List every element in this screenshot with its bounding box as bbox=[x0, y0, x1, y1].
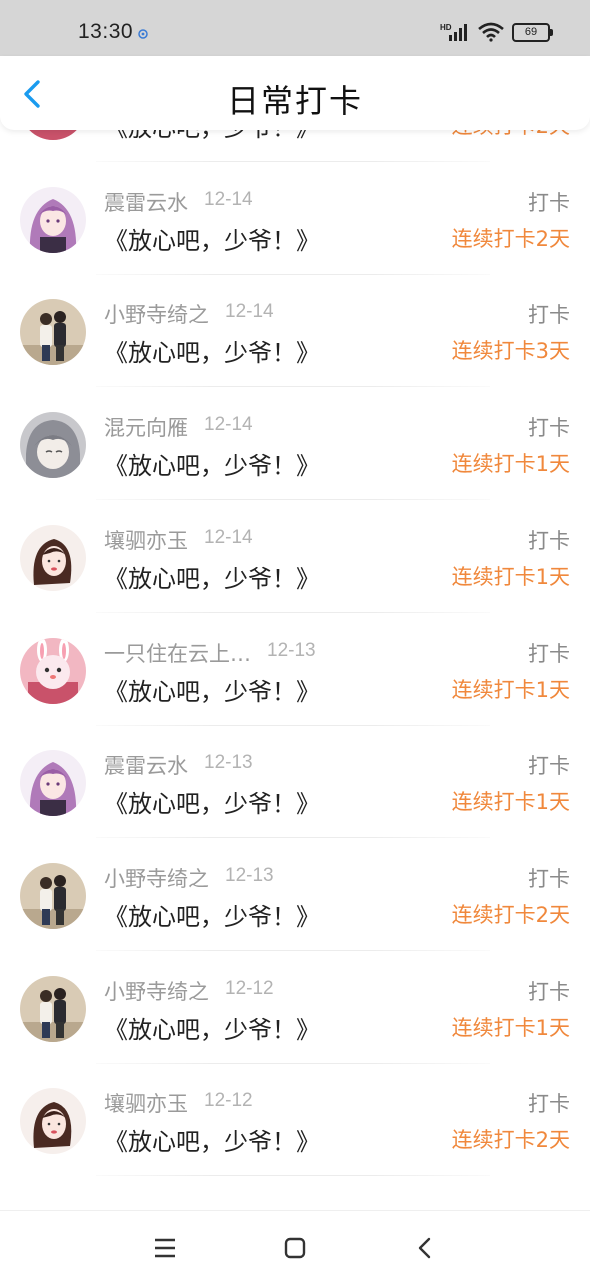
checkin-date: 12-14 bbox=[204, 414, 253, 436]
checkin-label: 打卡 bbox=[528, 754, 570, 779]
avatar[interactable] bbox=[20, 412, 86, 479]
user-nickname: 小野寺绮之 bbox=[104, 979, 209, 1004]
list-item[interactable]: 小野寺绮之 12-13 《放心吧，少爷！》 打卡连续打卡2天 bbox=[0, 839, 590, 951]
user-nickname: 小野寺绮之 bbox=[104, 303, 209, 328]
avatar[interactable] bbox=[20, 637, 86, 704]
streak-label: 连续打卡1天 bbox=[451, 452, 570, 477]
list-item[interactable]: 一只住在云上… 12-13 《放心吧，少爷！》 打卡连续打卡1天 bbox=[0, 614, 590, 726]
book-title: 《放心吧，少爷！》 bbox=[104, 226, 320, 255]
checkin-date: 12-13 bbox=[225, 864, 274, 886]
user-nickname: 小野寺绮之 bbox=[104, 866, 209, 891]
list-item[interactable]: 小野寺绮之 12-12 《放心吧，少爷！》 打卡连续打卡1天 bbox=[0, 952, 590, 1064]
avatar[interactable] bbox=[20, 750, 86, 817]
system-nav-bar bbox=[0, 1210, 590, 1281]
book-title: 《放心吧，少爷！》 bbox=[104, 1128, 320, 1157]
svg-text:HD: HD bbox=[440, 23, 452, 32]
avatar[interactable] bbox=[20, 524, 86, 591]
streak-label: 连续打卡2天 bbox=[451, 1128, 570, 1153]
user-nickname: 壤驷亦玉 bbox=[104, 1092, 188, 1117]
header: 日常打卡 bbox=[0, 56, 590, 130]
status-time: 13:30 bbox=[78, 20, 134, 43]
avatar[interactable] bbox=[20, 862, 86, 929]
book-title: 《放心吧，少爷！》 bbox=[104, 1015, 320, 1044]
list-item[interactable]: 小野寺绮之 12-14 《放心吧，少爷！》 打卡连续打卡3天 bbox=[0, 275, 590, 388]
checkin-label: 打卡 bbox=[528, 416, 570, 441]
checkin-date: 12-14 bbox=[204, 526, 253, 548]
avatar[interactable] bbox=[20, 975, 86, 1042]
checkin-date: 12-13 bbox=[267, 639, 316, 661]
book-title: 《放心吧，少爷！》 bbox=[104, 790, 320, 819]
streak-label: 连续打卡1天 bbox=[451, 564, 570, 589]
user-nickname: 震雷云水 bbox=[104, 190, 188, 215]
status-indicators: HD 69 bbox=[440, 22, 553, 42]
wifi-icon bbox=[478, 22, 504, 42]
avatar[interactable] bbox=[20, 186, 86, 253]
system-back-button[interactable] bbox=[408, 1231, 442, 1265]
streak-label: 连续打卡1天 bbox=[451, 1015, 570, 1040]
home-button[interactable] bbox=[278, 1231, 312, 1265]
user-nickname: 震雷云水 bbox=[104, 754, 188, 779]
checkin-date: 12-12 bbox=[204, 1090, 253, 1112]
checkin-label: 打卡 bbox=[528, 641, 570, 666]
checkin-label: 打卡 bbox=[528, 979, 570, 1004]
checkin-label: 打卡 bbox=[528, 866, 570, 891]
user-nickname: 一只住在云上… bbox=[104, 641, 251, 666]
notification-icon bbox=[138, 29, 148, 39]
user-nickname: 混元向雁 bbox=[104, 416, 188, 441]
streak-label: 连续打卡1天 bbox=[451, 677, 570, 702]
status-bar: 13:30 HD 69 bbox=[0, 0, 590, 56]
avatar[interactable] bbox=[20, 1088, 86, 1155]
menu-button[interactable] bbox=[148, 1231, 182, 1265]
back-triangle-icon bbox=[418, 1237, 431, 1259]
streak-label: 连续打卡1天 bbox=[451, 790, 570, 815]
book-title: 《放心吧，少爷！》 bbox=[104, 339, 320, 368]
book-title: 《放心吧，少爷！》 bbox=[104, 564, 320, 593]
book-title: 《放心吧，少爷！》 bbox=[104, 452, 320, 481]
list-item[interactable]: 壤驷亦玉 12-14 《放心吧，少爷！》 打卡连续打卡1天 bbox=[0, 501, 590, 613]
user-nickname: 壤驷亦玉 bbox=[104, 528, 188, 553]
checkin-date: 12-14 bbox=[204, 188, 253, 210]
home-square-icon bbox=[284, 1237, 306, 1259]
menu-icon bbox=[155, 1238, 175, 1258]
book-title: 《放心吧，少爷！》 bbox=[104, 902, 320, 931]
checkin-date: 12-14 bbox=[225, 301, 274, 323]
checkin-label: 打卡 bbox=[528, 1092, 570, 1117]
avatar[interactable] bbox=[20, 299, 86, 366]
signal-icon: HD bbox=[440, 23, 467, 41]
streak-label: 连续打卡3天 bbox=[451, 339, 570, 364]
book-title: 《放心吧，少爷！》 bbox=[104, 677, 320, 706]
streak-label: 连续打卡2天 bbox=[451, 226, 570, 251]
checkin-date: 12-13 bbox=[204, 752, 253, 774]
list-item[interactable]: 震雷云水 12-13 《放心吧，少爷！》 打卡连续打卡1天 bbox=[0, 726, 590, 839]
page-title: 日常打卡 bbox=[226, 82, 363, 120]
checkin-list[interactable]: 一只住在云上…12-14《放心吧，少爷！》打卡连续打卡2天震雷云水12-14《放… bbox=[0, 92, 590, 1210]
streak-label: 连续打卡2天 bbox=[451, 902, 570, 927]
row-divider bbox=[96, 1175, 490, 1177]
list-item[interactable]: 壤驷亦玉 12-12 《放心吧，少爷！》 打卡连续打卡2天 bbox=[0, 1064, 590, 1177]
checkin-label: 打卡 bbox=[528, 303, 570, 328]
list-item[interactable]: 震雷云水 12-14 《放心吧，少爷！》 打卡连续打卡2天 bbox=[0, 163, 590, 275]
checkin-date: 12-12 bbox=[225, 977, 274, 999]
checkin-label: 打卡 bbox=[528, 190, 570, 215]
checkin-label: 打卡 bbox=[528, 528, 570, 553]
battery-indicator: 69 bbox=[512, 22, 553, 42]
list-item[interactable]: 混元向雁 12-14 《放心吧，少爷！》 打卡连续打卡1天 bbox=[0, 388, 590, 501]
